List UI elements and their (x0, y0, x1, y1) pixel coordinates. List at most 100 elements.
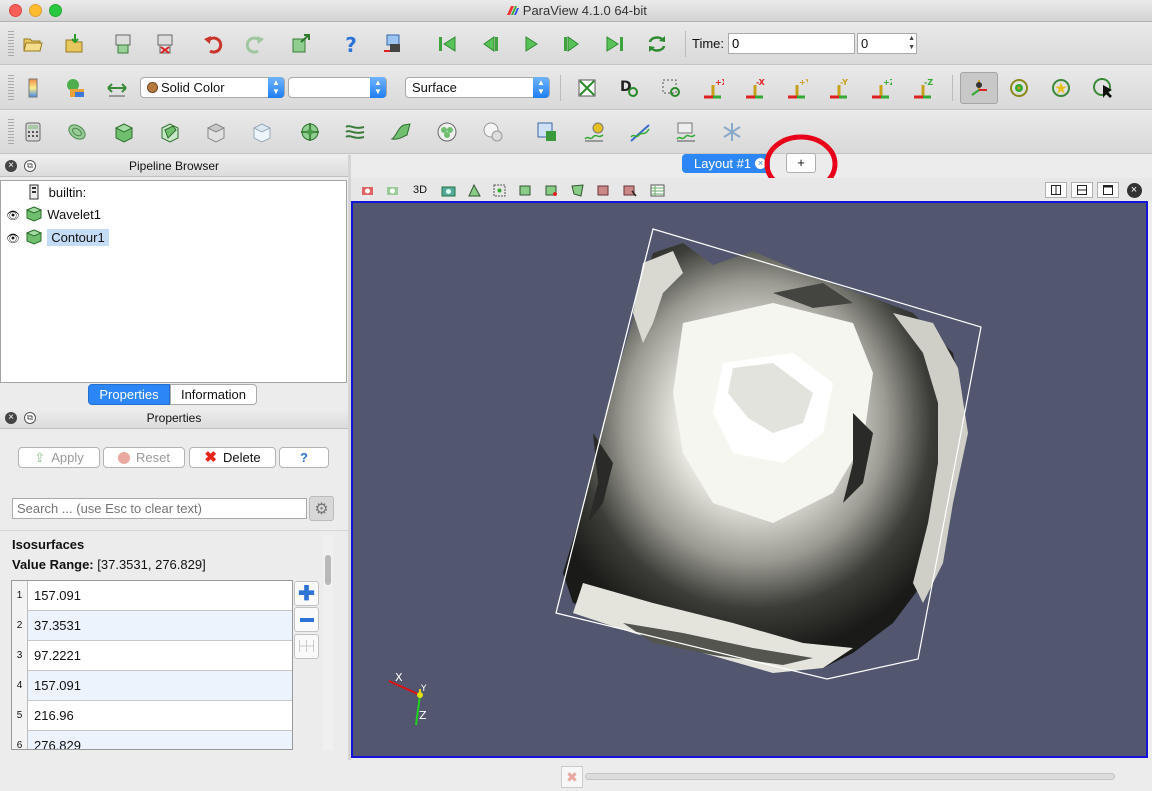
color-by-select[interactable]: Solid Color ▲ ▼ (140, 77, 285, 98)
component-select[interactable]: ▲ ▼ (288, 77, 387, 98)
zoom-to-box-button[interactable] (658, 75, 684, 101)
last-frame-button[interactable] (602, 31, 628, 57)
reset-session-button[interactable] (288, 31, 314, 57)
pick-center-of-rotation-button[interactable] (1090, 75, 1116, 101)
open-file-button[interactable] (20, 31, 46, 57)
play-button[interactable] (518, 31, 544, 57)
select-cells-on-button[interactable] (465, 182, 483, 198)
tree-item-wavelet1[interactable]: 👁 Wavelet1 (6, 206, 101, 224)
representation-select[interactable]: Surface ▲ ▼ (405, 77, 550, 98)
camera-plus-z-button[interactable]: +Z (868, 75, 894, 101)
table-row[interactable]: 1 157.091 (12, 581, 292, 611)
show-orientation-axes-button[interactable] (960, 72, 998, 104)
row-value[interactable]: 216.96 (34, 701, 74, 731)
eye-icon[interactable]: 👁 (6, 210, 20, 222)
row-value[interactable]: 157.091 (34, 581, 81, 611)
properties-help-button[interactable]: ? (279, 447, 329, 468)
table-row[interactable]: 5 216.96 (12, 701, 292, 731)
add-value-button[interactable]: ✚ (294, 581, 319, 606)
warp-by-vector-button[interactable] (388, 119, 414, 145)
edit-color-map-button[interactable] (62, 75, 88, 101)
toolbar-grip[interactable] (8, 75, 14, 101)
camera-plus-y-button[interactable]: +Y (784, 75, 810, 101)
close-panel-button[interactable]: × (5, 160, 17, 172)
apply-button[interactable]: ⇪ Apply (18, 447, 100, 468)
row-value[interactable]: 157.091 (34, 671, 81, 701)
abort-button[interactable]: ✖ (561, 766, 583, 788)
connect-button[interactable] (110, 31, 136, 57)
select-block-button[interactable] (594, 182, 612, 198)
previous-frame-button[interactable] (476, 31, 502, 57)
table-row[interactable]: 2 37.3531 (12, 611, 292, 641)
undo-button[interactable] (200, 31, 226, 57)
stream-tracer-button[interactable] (342, 119, 368, 145)
select-cells-through-button[interactable] (516, 182, 534, 198)
row-value[interactable]: 97.2221 (34, 641, 81, 671)
pick-center-button[interactable] (380, 31, 406, 57)
rescale-range-button[interactable] (104, 75, 130, 101)
show-center-button[interactable] (1006, 75, 1032, 101)
camera-redo-button[interactable] (383, 182, 401, 198)
add-range-button[interactable]: ├┼┤ (294, 634, 319, 659)
help-button[interactable]: ? (338, 31, 364, 57)
clip-filter-button[interactable] (111, 119, 137, 145)
reset-center-button[interactable] (1048, 75, 1074, 101)
plot-over-line-button[interactable] (627, 119, 653, 145)
glyph-filter-button[interactable] (297, 119, 323, 145)
clear-selection-button[interactable] (648, 182, 666, 198)
row-value[interactable]: 37.3531 (34, 611, 81, 641)
split-horizontal-button[interactable] (1045, 182, 1067, 198)
tree-item-builtin[interactable]: builtin: (29, 184, 86, 202)
loop-button[interactable] (644, 31, 670, 57)
spin-arrows-icon[interactable]: ▲ ▼ (908, 34, 915, 52)
time-input[interactable] (728, 33, 855, 54)
close-panel-button[interactable]: × (5, 412, 17, 424)
toggle-3d-button[interactable]: 3D (409, 182, 431, 198)
select-points-on-button[interactable] (490, 182, 508, 198)
split-vertical-button[interactable] (1071, 182, 1093, 198)
delete-button[interactable]: ✖ Delete (189, 447, 276, 468)
select-points-through-button[interactable] (542, 182, 560, 198)
interactive-select-button[interactable] (620, 182, 638, 198)
camera-minus-y-button[interactable]: -Y (826, 75, 852, 101)
float-panel-button[interactable]: ⧉ (24, 160, 36, 172)
contour-filter-button[interactable] (64, 119, 90, 145)
plot-selection-over-time-button[interactable] (581, 119, 607, 145)
calculator-filter-button[interactable] (20, 119, 46, 145)
group-datasets-button[interactable] (434, 119, 460, 145)
table-row[interactable]: 3 97.2221 (12, 641, 292, 671)
capture-image-button[interactable] (439, 182, 457, 198)
remove-value-button[interactable] (294, 607, 319, 632)
next-frame-button[interactable] (560, 31, 586, 57)
threshold-filter-button[interactable] (203, 119, 229, 145)
reset-camera-button[interactable] (574, 75, 600, 101)
table-row[interactable]: 4 157.091 (12, 671, 292, 701)
float-panel-button[interactable]: ⧉ (24, 412, 36, 424)
extract-selection-button[interactable] (534, 119, 560, 145)
tab-information[interactable]: Information (170, 384, 257, 405)
slice-filter-button[interactable] (157, 119, 183, 145)
plot-data-button[interactable] (673, 119, 699, 145)
stream-tracer-custom-button[interactable] (719, 119, 745, 145)
load-state-button[interactable] (62, 31, 88, 57)
redo-button[interactable] (242, 31, 268, 57)
tree-item-contour1[interactable]: 👁 Contour1 (6, 229, 109, 247)
capture-screenshot-button[interactable] (358, 182, 376, 198)
close-view-button[interactable]: × (1123, 182, 1145, 198)
scrollbar-thumb[interactable] (325, 555, 331, 585)
tab-properties[interactable]: Properties (88, 384, 170, 405)
camera-minus-x-button[interactable]: -X (742, 75, 768, 101)
camera-minus-z-button[interactable]: -Z (910, 75, 936, 101)
table-row[interactable]: 6 276.829 (12, 731, 292, 749)
extract-subset-button[interactable] (249, 119, 275, 145)
toolbar-grip[interactable] (8, 119, 14, 145)
camera-plus-x-button[interactable]: +X (700, 75, 726, 101)
toggle-color-legend-button[interactable] (20, 75, 46, 101)
extract-level-button[interactable] (480, 119, 506, 145)
properties-scrollbar[interactable] (323, 535, 333, 750)
reset-button[interactable]: Reset (103, 447, 185, 468)
properties-search-input[interactable] (12, 498, 307, 519)
tab-layout-1[interactable]: Layout #1 × (682, 154, 770, 173)
select-polygon-button[interactable] (568, 182, 586, 198)
advanced-properties-gear-button[interactable]: ⚙ (309, 496, 334, 521)
